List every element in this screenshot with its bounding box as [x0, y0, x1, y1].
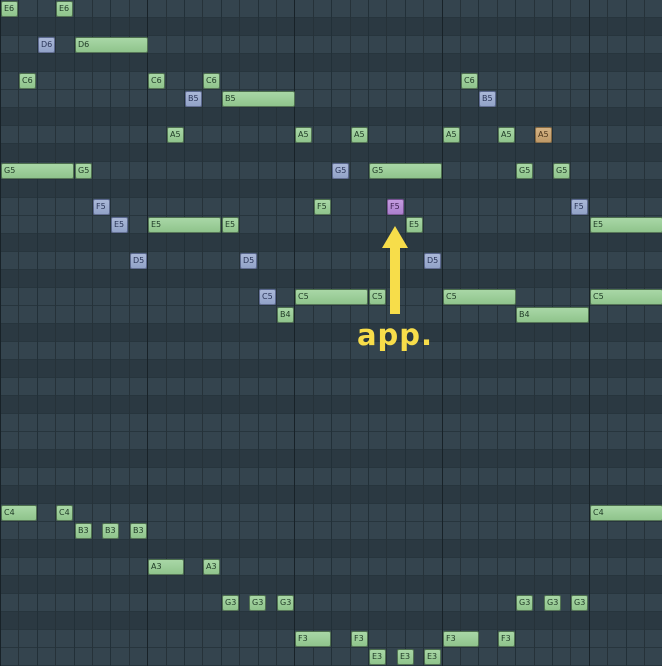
note-g3[interactable]: G3 [544, 595, 561, 611]
note-d6[interactable]: D6 [75, 37, 148, 53]
grid-line [515, 0, 516, 666]
note-d5[interactable]: D5 [130, 253, 147, 269]
note-a5[interactable]: A5 [295, 127, 312, 143]
grid-line [534, 0, 535, 666]
note-e5[interactable]: E5 [111, 217, 128, 233]
note-g3[interactable]: G3 [249, 595, 266, 611]
note-b3[interactable]: B3 [130, 523, 147, 539]
note-g3[interactable]: G3 [222, 595, 239, 611]
note-e5[interactable]: E5 [590, 217, 662, 233]
note-g5[interactable]: G5 [369, 163, 442, 179]
grid-line [607, 0, 608, 666]
note-g5[interactable]: G5 [75, 163, 92, 179]
note-a3[interactable]: A3 [148, 559, 184, 575]
annotation-callout: app. [355, 222, 435, 352]
piano-roll[interactable]: E6 E6 D6 D6 C6 C6 C6 C6 B5 B5 B5 A5 A5 A5 A5 A5 A5 G5 G5 G5… [0, 0, 662, 666]
note-d6[interactable]: D6 [38, 37, 55, 53]
note-c5[interactable]: C5 [443, 289, 516, 305]
grid-line [37, 0, 38, 666]
bar-line [589, 0, 590, 666]
note-b3[interactable]: B3 [102, 523, 119, 539]
note-b5[interactable]: B5 [479, 91, 496, 107]
note-b4[interactable]: B4 [277, 307, 294, 323]
note-f5[interactable]: F5 [93, 199, 110, 215]
note-a5[interactable]: A5 [498, 127, 515, 143]
grid-line [570, 0, 571, 666]
note-e3[interactable]: E3 [369, 649, 386, 665]
note-a5[interactable]: A5 [443, 127, 460, 143]
note-c6[interactable]: C6 [203, 73, 220, 89]
note-a5[interactable]: A5 [351, 127, 368, 143]
bar-line [0, 0, 1, 666]
note-g3[interactable]: G3 [571, 595, 588, 611]
grid-line [626, 0, 627, 666]
grid-line [18, 0, 19, 666]
bar-line [442, 0, 443, 666]
grid-line [460, 0, 461, 666]
note-g3[interactable]: G3 [516, 595, 533, 611]
grid-line [92, 0, 93, 666]
grid-line [331, 0, 332, 666]
note-c6[interactable]: C6 [19, 73, 36, 89]
grid-line [644, 0, 645, 666]
note-f3[interactable]: F3 [295, 631, 331, 647]
note-f5[interactable]: F5 [571, 199, 588, 215]
note-c4[interactable]: C4 [590, 505, 662, 521]
note-c6[interactable]: C6 [148, 73, 165, 89]
note-g3[interactable]: G3 [277, 595, 294, 611]
note-e6[interactable]: E6 [1, 1, 18, 17]
grid-line [313, 0, 314, 666]
annotation-label: app. [356, 318, 434, 352]
note-g5[interactable]: G5 [1, 163, 74, 179]
note-c6[interactable]: C6 [461, 73, 478, 89]
note-a5[interactable]: A5 [535, 127, 552, 143]
note-f5[interactable]: F5 [314, 199, 331, 215]
grid-line [55, 0, 56, 666]
note-c5[interactable]: C5 [259, 289, 276, 305]
note-c4[interactable]: C4 [1, 505, 37, 521]
note-a3[interactable]: A3 [203, 559, 220, 575]
grid-line [129, 0, 130, 666]
note-e3[interactable]: E3 [424, 649, 441, 665]
grid-line [350, 0, 351, 666]
note-b5[interactable]: B5 [185, 91, 202, 107]
note-e5[interactable]: E5 [222, 217, 239, 233]
note-b5[interactable]: B5 [222, 91, 295, 107]
note-d5[interactable]: D5 [240, 253, 257, 269]
note-c5[interactable]: C5 [590, 289, 662, 305]
grid-line [110, 0, 111, 666]
note-b3[interactable]: B3 [75, 523, 92, 539]
note-e3[interactable]: E3 [397, 649, 414, 665]
note-e6[interactable]: E6 [56, 1, 73, 17]
note-g5[interactable]: G5 [553, 163, 570, 179]
note-e5[interactable]: E5 [148, 217, 221, 233]
grid-line [552, 0, 553, 666]
note-c4[interactable]: C4 [56, 505, 73, 521]
note-g5[interactable]: G5 [332, 163, 349, 179]
grid-line [74, 0, 75, 666]
note-f3[interactable]: F3 [498, 631, 515, 647]
note-a5[interactable]: A5 [167, 127, 184, 143]
grid-line [497, 0, 498, 666]
note-b4[interactable]: B4 [516, 307, 589, 323]
note-g5[interactable]: G5 [516, 163, 533, 179]
note-f5[interactable]: F5 [387, 199, 404, 215]
up-arrow-icon [382, 226, 408, 314]
note-f3[interactable]: F3 [351, 631, 368, 647]
note-f3[interactable]: F3 [443, 631, 479, 647]
